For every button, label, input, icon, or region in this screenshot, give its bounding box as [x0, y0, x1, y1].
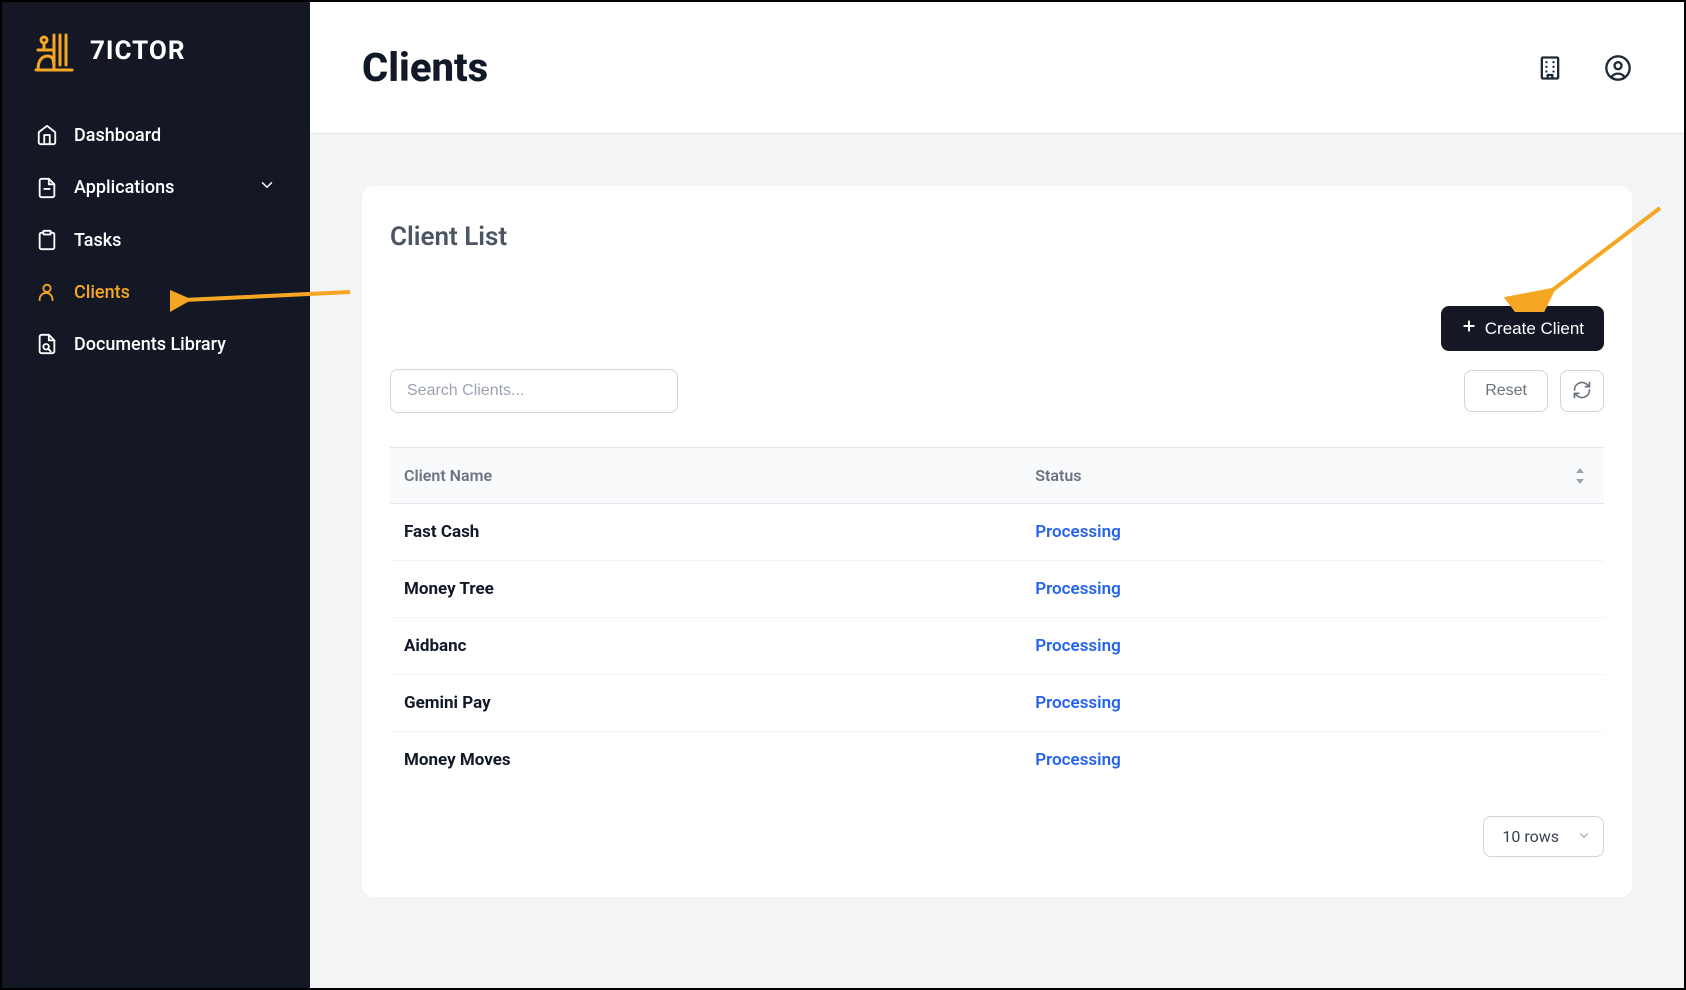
status-link[interactable]: Processing: [1035, 636, 1121, 656]
brand-name: 7ICTOR: [90, 36, 186, 66]
sidebar-item-label: Applications: [74, 177, 174, 198]
create-client-button[interactable]: Create Client: [1441, 306, 1604, 351]
document-search-icon: [36, 333, 58, 355]
sidebar-item-dashboard[interactable]: Dashboard: [16, 110, 296, 160]
cell-client-name: Aidbanc: [390, 618, 1021, 675]
sidebar-item-applications[interactable]: Applications: [16, 162, 296, 213]
building-icon[interactable]: [1536, 54, 1564, 82]
table-row[interactable]: Gemini Pay Processing: [390, 675, 1604, 732]
status-link[interactable]: Processing: [1035, 750, 1121, 770]
client-list-card: Client List Create Client Reset: [362, 186, 1632, 897]
filters-row: Reset: [390, 369, 1604, 413]
table-footer: 10 rows: [390, 816, 1604, 857]
user-icon: [36, 281, 58, 303]
status-link[interactable]: Processing: [1035, 579, 1121, 599]
table-row[interactable]: Money Tree Processing: [390, 561, 1604, 618]
file-icon: [36, 177, 58, 199]
refresh-icon: [1572, 380, 1592, 403]
card-actions-top: Create Client: [390, 306, 1604, 351]
cell-client-name: Money Tree: [390, 561, 1021, 618]
plus-icon: [1461, 318, 1477, 339]
header: Clients: [310, 2, 1684, 134]
chevron-down-icon: [1577, 827, 1591, 846]
search-input[interactable]: [390, 369, 678, 413]
sidebar-item-label: Dashboard: [74, 125, 161, 146]
status-link[interactable]: Processing: [1035, 693, 1121, 713]
cell-client-name: Gemini Pay: [390, 675, 1021, 732]
filters-right: Reset: [1464, 370, 1604, 412]
cell-status: Processing: [1021, 675, 1604, 732]
page-title: Clients: [362, 44, 488, 91]
cell-status: Processing: [1021, 561, 1604, 618]
sidebar-item-label: Tasks: [74, 230, 121, 251]
sidebar-item-documents-library[interactable]: Documents Library: [16, 319, 296, 369]
clients-table: Client Name Status Fast CashProcessingMo…: [390, 447, 1604, 788]
cell-client-name: Money Moves: [390, 732, 1021, 789]
app-root: 7ICTOR Dashboard Applications: [2, 2, 1684, 988]
brand-logo: 7ICTOR: [2, 30, 310, 100]
table-row[interactable]: Money Moves Processing: [390, 732, 1604, 789]
sidebar-item-label: Clients: [74, 282, 130, 303]
sidebar: 7ICTOR Dashboard Applications: [2, 2, 310, 988]
rows-selector[interactable]: 10 rows: [1483, 816, 1604, 857]
sidebar-item-tasks[interactable]: Tasks: [16, 215, 296, 265]
sidebar-item-clients[interactable]: Clients: [16, 267, 296, 317]
cell-client-name: Fast Cash: [390, 504, 1021, 561]
table-row[interactable]: Fast Cash Processing: [390, 504, 1604, 561]
col-client-name[interactable]: Client Name: [390, 448, 1021, 504]
refresh-button[interactable]: [1560, 370, 1604, 412]
sidebar-nav: Dashboard Applications Tasks: [2, 100, 310, 379]
clipboard-icon: [36, 229, 58, 251]
cell-status: Processing: [1021, 504, 1604, 561]
header-actions: [1536, 54, 1632, 82]
cell-status: Processing: [1021, 732, 1604, 789]
rows-selector-label: 10 rows: [1502, 827, 1559, 846]
col-status-label: Status: [1035, 466, 1081, 485]
cell-status: Processing: [1021, 618, 1604, 675]
reset-button[interactable]: Reset: [1464, 370, 1548, 412]
home-icon: [36, 124, 58, 146]
card-title: Client List: [390, 222, 1604, 252]
main: Clients Client List Create C: [310, 2, 1684, 988]
chevron-down-icon: [258, 176, 276, 199]
status-link[interactable]: Processing: [1035, 522, 1121, 542]
lion-icon: [32, 30, 76, 72]
content: Client List Create Client Reset: [310, 134, 1684, 988]
create-client-label: Create Client: [1485, 319, 1584, 339]
sidebar-item-label: Documents Library: [74, 334, 226, 355]
col-status[interactable]: Status: [1021, 448, 1604, 504]
account-icon[interactable]: [1604, 54, 1632, 82]
table-row[interactable]: Aidbanc Processing: [390, 618, 1604, 675]
sort-icon: [1574, 468, 1586, 484]
